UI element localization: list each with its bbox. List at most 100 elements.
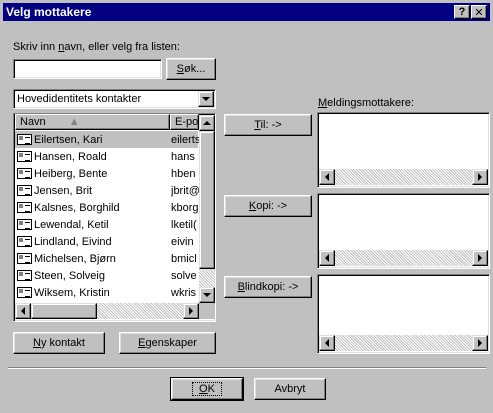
contact-card-icon — [17, 253, 32, 264]
contact-card-icon — [17, 236, 32, 247]
dropdown-arrow-button[interactable] — [198, 91, 214, 107]
column-header-name[interactable]: Navn ▲ — [15, 114, 170, 130]
cc-scroll-right-button[interactable] — [472, 250, 488, 266]
arrow-up-icon — [203, 121, 211, 125]
contact-email: wkris — [171, 286, 197, 299]
contact-email: hben — [171, 167, 196, 180]
cancel-button[interactable]: Avbryt — [254, 378, 326, 400]
contact-email: eivin — [171, 235, 194, 248]
properties-button[interactable]: Egenskaper — [119, 332, 216, 354]
search-button-label: Søk... — [176, 63, 206, 75]
separator — [8, 367, 486, 369]
arrow-right-icon — [189, 307, 193, 315]
arrow-down-icon — [203, 293, 211, 297]
contact-row[interactable]: Wiksem, Kristin wkris — [15, 284, 198, 301]
bcc-button-label: Blindkopi: -> — [237, 281, 299, 293]
contact-email: kborg — [171, 201, 199, 214]
contact-row[interactable]: Hansen, Roald hans — [15, 148, 198, 165]
scroll-right-button[interactable] — [183, 303, 199, 319]
properties-button-label: Egenskaper — [138, 337, 197, 349]
contact-name: Michelsen, Bjørn — [34, 252, 116, 265]
contact-card-icon — [17, 185, 32, 196]
scrollbar-corner — [199, 303, 215, 319]
cancel-button-label: Avbryt — [274, 383, 306, 395]
contact-card-icon — [17, 270, 32, 281]
contact-name: Lindland, Eivind — [34, 235, 112, 248]
arrow-left-icon — [21, 307, 25, 315]
scroll-left-button[interactable] — [15, 303, 31, 319]
contact-name: Lewendal, Ketil — [34, 218, 109, 231]
contact-email: eilerts — [171, 133, 199, 146]
window-title: Velg mottakere — [6, 5, 92, 19]
contact-row[interactable]: Michelsen, Bjørn bmicl — [15, 250, 198, 267]
ok-button-label: OK — [192, 382, 222, 396]
addressbook-select[interactable]: Hovedidentitets kontakter — [13, 89, 216, 109]
arrow-right-icon — [478, 254, 482, 262]
ok-button[interactable]: OK — [170, 377, 244, 401]
search-prompt-part: Skriv inn — [13, 41, 59, 53]
horizontal-scroll-thumb[interactable] — [31, 303, 97, 319]
contact-email: hans — [171, 150, 195, 163]
contact-name: Steen, Solveig — [34, 269, 105, 282]
bcc-horizontal-scrollbar[interactable] — [319, 335, 488, 351]
to-button-label: Til: -> — [254, 119, 282, 131]
scroll-down-button[interactable] — [199, 287, 215, 303]
arrow-left-icon — [325, 339, 329, 347]
contact-name: Heiberg, Bente — [34, 167, 108, 180]
chevron-down-icon — [202, 97, 210, 101]
contact-name: Hansen, Roald — [34, 150, 107, 163]
cc-scroll-left-button[interactable] — [319, 250, 335, 266]
contact-row[interactable]: Lewendal, Ketil lketil( — [15, 216, 198, 233]
bcc-scroll-left-button[interactable] — [319, 335, 335, 351]
contact-name: Kalsnes, Borghild — [34, 201, 120, 214]
to-horizontal-scrollbar[interactable] — [319, 169, 488, 185]
contact-card-icon — [17, 168, 32, 179]
column-header-email[interactable]: E-po: — [170, 114, 199, 130]
arrow-left-icon — [325, 254, 329, 262]
cc-recipient-list[interactable] — [317, 193, 490, 269]
bcc-button[interactable]: Blindkopi: -> — [224, 276, 312, 298]
new-contact-button-label: Ny kontakt — [33, 337, 85, 349]
contact-card-icon — [17, 219, 32, 230]
sort-ascending-icon: ▲ — [68, 116, 80, 128]
contact-email: solve — [171, 269, 197, 282]
contact-name: Wiksem, Kristin — [34, 286, 110, 299]
column-header-name-label: Navn — [20, 116, 46, 128]
select-recipients-dialog: Velg mottakere ? ✕ Skriv inn navn, eller… — [0, 0, 493, 413]
contact-row[interactable]: Jensen, Brit jbrit@ — [15, 182, 199, 199]
search-prompt-label: Skriv inn navn, eller velg fra listen: — [13, 41, 180, 53]
new-contact-button[interactable]: Ny kontakt — [13, 332, 105, 354]
search-prompt-part: avn, eller velg fra listen: — [64, 41, 180, 53]
contact-name: Eilertsen, Kari — [34, 133, 103, 146]
addressbook-selected-value: Hovedidentitets kontakter — [17, 93, 142, 105]
vertical-scroll-thumb[interactable] — [199, 131, 215, 269]
cc-horizontal-scrollbar[interactable] — [319, 250, 488, 266]
contact-row[interactable]: Lindland, Eivind eivin — [15, 233, 198, 250]
contact-rows: Eilertsen, Kari eilerts Hansen, Roald ha… — [15, 131, 199, 303]
bcc-recipient-list[interactable] — [317, 274, 490, 354]
close-icon: ✕ — [474, 6, 484, 19]
contact-row[interactable]: Steen, Solveig solve — [15, 267, 198, 284]
recipients-label: Meldingsmottakere: — [318, 97, 414, 109]
to-recipient-list[interactable] — [317, 112, 490, 188]
contact-email: jbrit@ — [171, 184, 199, 197]
contact-email: lketil( — [171, 218, 197, 231]
contact-card-icon — [17, 202, 32, 213]
search-input[interactable] — [13, 59, 162, 79]
bcc-scroll-right-button[interactable] — [472, 335, 488, 351]
contact-row[interactable]: Heiberg, Bente hben — [15, 165, 198, 182]
arrow-right-icon — [478, 339, 482, 347]
to-scroll-left-button[interactable] — [319, 169, 335, 185]
help-icon: ? — [458, 6, 466, 18]
scroll-up-button[interactable] — [199, 115, 215, 131]
arrow-left-icon — [325, 173, 329, 181]
to-button[interactable]: Til: -> — [224, 114, 312, 136]
to-scroll-right-button[interactable] — [472, 169, 488, 185]
search-button[interactable]: Søk... — [166, 58, 216, 80]
close-button[interactable]: ✕ — [471, 5, 487, 19]
contact-row[interactable]: Eilertsen, Kari eilerts — [15, 131, 199, 148]
cc-button[interactable]: Kopi: -> — [224, 195, 312, 217]
contact-row[interactable]: Kalsnes, Borghild kborg — [15, 199, 199, 216]
help-button[interactable]: ? — [454, 5, 470, 19]
contact-card-icon — [17, 151, 32, 162]
